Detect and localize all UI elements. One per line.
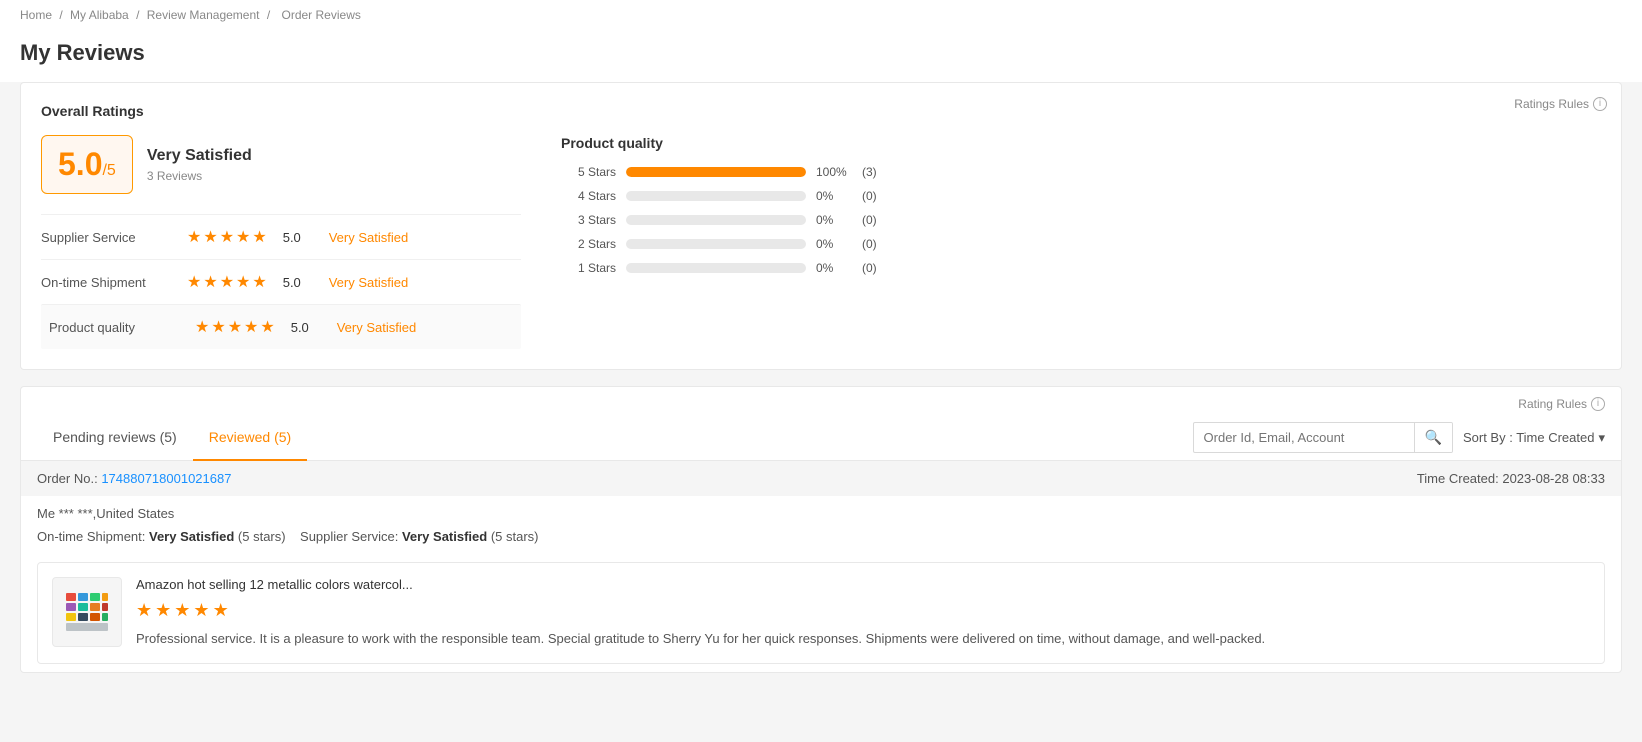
rating-rules-label: Rating Rules [1518,397,1587,411]
supplier-service-label2: Supplier Service: [300,529,398,544]
overall-ratings-title: Overall Ratings [41,103,1601,119]
quality-status: Very Satisfied [337,320,417,335]
bar-label-1: 1 Stars [561,261,616,275]
shipment-score: 5.0 [283,275,313,290]
review-count: 3 Reviews [147,169,252,183]
bar-label-5: 5 Stars [561,165,616,179]
bar-label-2: 2 Stars [561,237,616,251]
bar-track-5 [626,167,806,177]
big-score: 5.0/5 [41,135,133,194]
left-panel: 5.0/5 Very Satisfied 3 Reviews Supplier … [41,135,521,349]
chevron-down-icon: ▾ [1598,430,1605,446]
bar-count-1: (0) [862,261,877,275]
ontime-shipment-label: On-time Shipment: [37,529,145,544]
sort-by[interactable]: Sort By : Time Created ▾ [1463,430,1605,446]
tab-reviewed[interactable]: Reviewed (5) [193,415,307,461]
score-number: 5.0 [58,146,102,182]
tab-pending[interactable]: Pending reviews (5) [37,415,193,461]
bar-row-4: 4 Stars 0% (0) [561,189,1601,203]
info-circle-icon-2: i [1591,397,1605,411]
reviewer-name: Me *** ***,United States [37,506,174,521]
product-image [62,587,112,637]
quality-score: 5.0 [291,320,321,335]
supplier-service-value2: Very Satisfied [402,529,487,544]
info-circle-icon: i [1593,97,1607,111]
satisfaction-label: Very Satisfied [147,147,252,165]
bar-track-3 [626,215,806,225]
bar-count-4: (0) [862,189,877,203]
search-box: 🔍 [1193,422,1453,453]
right-panel: Product quality 5 Stars 100% (3) 4 Stars [561,135,1601,275]
order-meta: Me *** ***,United States [21,496,1621,525]
rating-rows: Supplier Service ★ ★ ★ ★ ★ 5.0 Very Sati… [41,214,521,349]
order-review: Order No.: 174880718001021687 Time Creat… [21,461,1621,664]
rating-rules-bottom: Rating Rules i [21,387,1621,415]
rating-row-supplier: Supplier Service ★ ★ ★ ★ ★ 5.0 Very Sati… [41,214,521,259]
bar-percent-5: 100% [816,165,852,179]
product-thumbnail [52,577,122,647]
sort-by-label: Sort By : Time Created [1463,430,1595,445]
supplier-service-stars2: (5 stars) [491,529,539,544]
product-quality-title: Product quality [561,135,1601,151]
product-name: Amazon hot selling 12 metallic colors wa… [136,577,1590,592]
shipment-status: Very Satisfied [329,275,409,290]
score-label: Very Satisfied 3 Reviews [147,147,252,183]
bar-percent-3: 0% [816,213,852,227]
bar-label-4: 4 Stars [561,189,616,203]
bar-row-2: 2 Stars 0% (0) [561,237,1601,251]
rating-row-shipment: On-time Shipment ★ ★ ★ ★ ★ 5.0 Very Sati… [41,259,521,304]
bar-percent-2: 0% [816,237,852,251]
bar-label-3: 3 Stars [561,213,616,227]
supplier-score: 5.0 [283,230,313,245]
rating-rules-link[interactable]: Rating Rules i [1518,397,1605,411]
supplier-stars: ★ ★ ★ ★ ★ [187,227,267,247]
bar-fill-5 [626,167,806,177]
product-review-text: Professional service. It is a pleasure t… [136,629,1590,649]
ontime-shipment-stars: (5 stars) [238,529,286,544]
bar-count-5: (3) [862,165,877,179]
ontime-shipment-value: Very Satisfied [149,529,234,544]
ratings-rules-top[interactable]: Ratings Rules i [1514,97,1607,111]
product-stars: ★ ★ ★ ★ ★ [136,600,1590,621]
bar-track-4 [626,191,806,201]
tabs-bar: Pending reviews (5) Reviewed (5) 🔍 Sort … [21,415,1621,461]
score-denom: /5 [102,162,115,179]
supplier-service-label: Supplier Service [41,230,171,245]
ratings-rules-top-label: Ratings Rules [1514,97,1589,111]
bar-track-1 [626,263,806,273]
order-header: Order No.: 174880718001021687 Time Creat… [21,461,1621,496]
order-no-area: Order No.: 174880718001021687 [37,471,231,486]
bar-percent-4: 0% [816,189,852,203]
search-button[interactable]: 🔍 [1414,423,1452,452]
bar-chart: 5 Stars 100% (3) 4 Stars 0% (0) [561,165,1601,275]
breadcrumb: Home / My Alibaba / Review Management / … [0,0,1642,30]
score-box: 5.0/5 Very Satisfied 3 Reviews [41,135,521,194]
bar-row-3: 3 Stars 0% (0) [561,213,1601,227]
tab-actions: 🔍 Sort By : Time Created ▾ [1193,422,1605,453]
bar-count-2: (0) [862,237,877,251]
bar-percent-1: 0% [816,261,852,275]
order-no-label: Order No.: [37,471,98,486]
shipment-label: On-time Shipment [41,275,171,290]
supplier-status: Very Satisfied [329,230,409,245]
product-info: Amazon hot selling 12 metallic colors wa… [136,577,1590,649]
quality-label: Product quality [49,320,179,335]
time-created-value: 2023-08-28 08:33 [1502,471,1605,486]
reviews-section: Rating Rules i Pending reviews (5) Revie… [20,386,1622,673]
bar-row-1: 1 Stars 0% (0) [561,261,1601,275]
time-created-label: Time Created: [1417,471,1499,486]
page-title: My Reviews [0,30,1642,82]
quality-stars: ★ ★ ★ ★ ★ [195,317,275,337]
bar-track-2 [626,239,806,249]
product-review-card: Amazon hot selling 12 metallic colors wa… [37,562,1605,664]
bar-row-5: 5 Stars 100% (3) [561,165,1601,179]
rating-row-quality: Product quality ★ ★ ★ ★ ★ 5.0 Very Satis… [41,304,521,349]
order-time-area: Time Created: 2023-08-28 08:33 [1417,471,1605,486]
overall-ratings-card: Ratings Rules i Overall Ratings 5.0/5 Ve… [20,82,1622,370]
shipment-info: On-time Shipment: Very Satisfied (5 star… [21,525,1621,554]
order-id[interactable]: 174880718001021687 [101,471,231,486]
bar-count-3: (0) [862,213,877,227]
shipment-stars: ★ ★ ★ ★ ★ [187,272,267,292]
search-input[interactable] [1194,424,1414,451]
